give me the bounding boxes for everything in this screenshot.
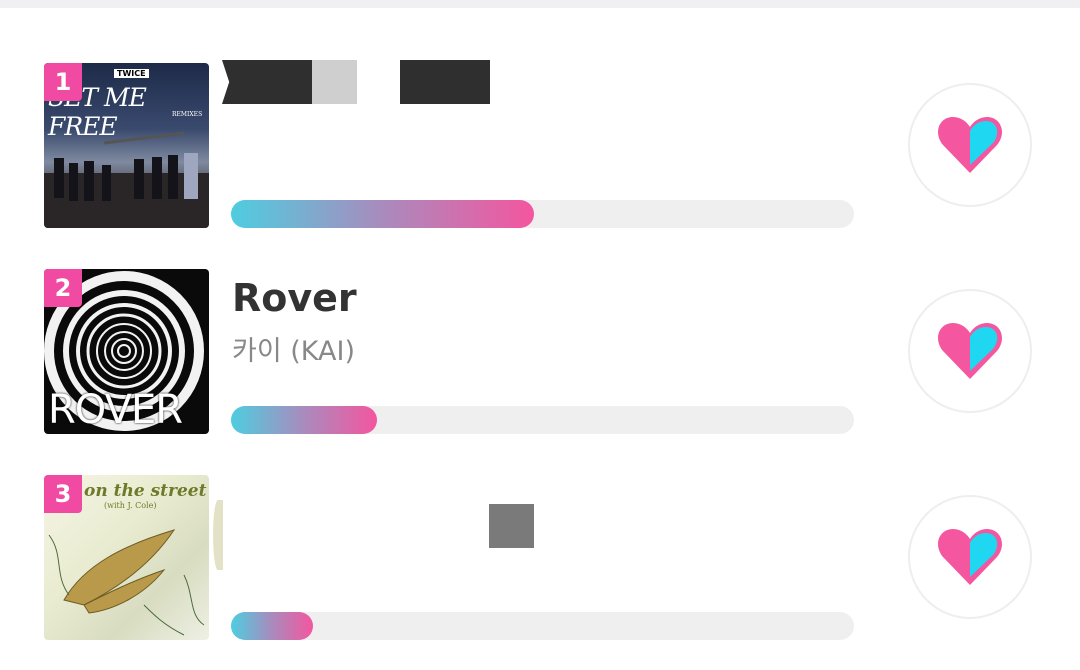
cover-title-text: ROVER [48, 387, 183, 433]
album-cover-3: 3 on the street (with J. Cole) [44, 475, 209, 640]
cover-sub-text: REMIXES [172, 111, 203, 118]
chart-row-2[interactable]: 2 ROVER Rover 카이 (KAI) [0, 269, 1080, 439]
cover-sub-text: (with J. Cole) [104, 501, 157, 510]
song-title: Rover [232, 276, 357, 320]
adjacent-cover-edge [213, 500, 223, 570]
song-artist: 카이 (KAI) [232, 336, 355, 367]
vote-heart-button[interactable] [908, 289, 1032, 413]
chart-row-3[interactable]: 3 on the street (with J. Cole) [0, 475, 1080, 645]
redacted-title-3 [489, 504, 534, 548]
top-divider-strip [0, 0, 1080, 8]
rank-badge: 1 [44, 63, 82, 101]
rank-badge: 3 [44, 475, 82, 513]
vote-bar-fill [231, 612, 314, 640]
vote-heart-button[interactable] [908, 83, 1032, 207]
heart-icon [938, 323, 1002, 379]
vote-bar-track [231, 612, 854, 640]
vote-heart-button[interactable] [908, 495, 1032, 619]
vote-bar-fill [231, 200, 534, 228]
rank-badge: 2 [44, 269, 82, 307]
album-cover-1: 1 TWICE SET ME FREE REMIXES [44, 63, 209, 228]
vote-bar-fill [231, 406, 378, 434]
album-cover-2: 2 ROVER [44, 269, 209, 434]
heart-icon [938, 529, 1002, 585]
cover-brand-text: TWICE [114, 69, 149, 78]
cover-title-text: on the street [84, 481, 207, 501]
vote-bar-track [231, 406, 854, 434]
vote-bar-track [231, 200, 854, 228]
heart-icon [938, 117, 1002, 173]
chart-row-1[interactable]: 1 TWICE SET ME FREE REMIXES [0, 60, 1080, 233]
redacted-title-1 [222, 60, 490, 104]
